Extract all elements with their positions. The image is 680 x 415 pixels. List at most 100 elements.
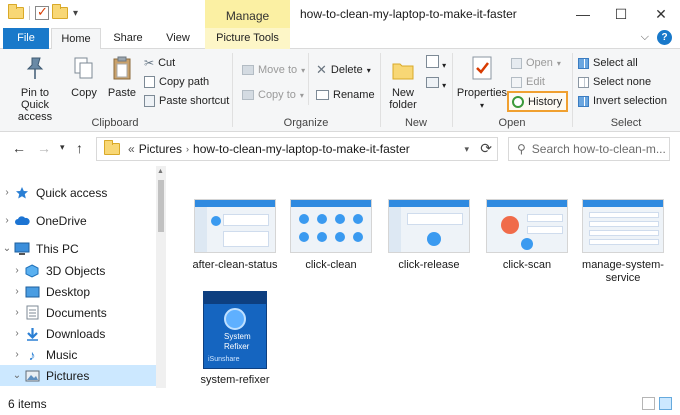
new-folder-label-line2: folder — [389, 99, 417, 111]
clipboard-group-label: Clipboard — [91, 117, 139, 129]
history-label: History — [528, 95, 563, 108]
up-arrow-icon[interactable]: ↑ — [76, 140, 83, 156]
tab-share[interactable]: Share — [106, 28, 150, 49]
file-item[interactable]: after-clean-status — [192, 199, 278, 272]
address-bar[interactable]: « Pictures › how-to-clean-my-laptop-to-m… — [96, 137, 498, 161]
select-none-label: Select none — [593, 76, 652, 88]
close-button[interactable]: ✕ — [646, 0, 676, 28]
search-placeholder: Search how-to-clean-m... — [531, 142, 666, 156]
expand-chevron-icon[interactable]: › — [10, 328, 24, 339]
new-folder-icon[interactable] — [52, 4, 68, 19]
breadcrumb-separator-icon[interactable]: › — [186, 144, 189, 154]
select-all-icon — [578, 57, 589, 69]
nav-item-downloads[interactable]: › Downloads — [0, 323, 156, 344]
nav-item-music[interactable]: › ♪ Music — [0, 344, 156, 365]
file-item[interactable]: manage-system-service — [580, 199, 666, 285]
expand-chevron-icon[interactable]: › — [10, 286, 24, 297]
ribbon-tabs: File Home Share View Picture Tools ⌵ ? — [0, 28, 680, 50]
nav-item-3d-objects[interactable]: › 3D Objects — [0, 260, 156, 281]
manage-context-tab[interactable]: Manage — [205, 0, 290, 28]
collapse-chevron-icon[interactable]: ⌄ — [10, 370, 24, 381]
easy-access-button[interactable]: ▾ — [426, 77, 446, 91]
select-none-button[interactable]: Select none — [578, 73, 651, 91]
move-to-button[interactable]: Move to ▾ — [242, 61, 305, 79]
properties-button[interactable]: Properties ▾ — [456, 55, 508, 112]
file-item[interactable]: click-release — [386, 199, 472, 272]
expand-chevron-icon[interactable]: › — [0, 215, 14, 226]
tab-home[interactable]: Home — [51, 28, 101, 50]
expand-chevron-icon[interactable]: › — [10, 307, 24, 318]
scrollbar-thumb[interactable] — [158, 180, 164, 232]
select-all-button[interactable]: Select all — [578, 54, 638, 72]
image-thumbnail — [290, 199, 372, 253]
paste-button[interactable]: Paste — [104, 55, 140, 99]
paste-shortcut-label: Paste shortcut — [159, 95, 230, 107]
chevron-down-icon: ▾ — [479, 101, 484, 110]
copy-path-button[interactable]: Copy path — [144, 73, 209, 91]
folder-icon[interactable] — [8, 4, 24, 19]
pin-to-quick-access-button[interactable]: Pin to Quick access — [6, 55, 64, 123]
tab-view[interactable]: View — [156, 28, 200, 49]
copy-to-button[interactable]: Copy to ▾ — [242, 86, 304, 104]
scroll-up-icon[interactable]: ▲ — [157, 168, 164, 175]
tab-picture-tools[interactable]: Picture Tools — [205, 28, 290, 49]
properties-label: Properties — [456, 87, 508, 99]
search-icon: ⚲ — [517, 142, 526, 156]
maximize-button[interactable]: ☐ — [606, 0, 636, 28]
help-icon[interactable]: ? — [657, 30, 672, 45]
file-item[interactable]: click-scan — [484, 199, 570, 272]
new-item-button[interactable]: ▾ — [426, 55, 446, 71]
breadcrumb-current-folder[interactable]: how-to-clean-my-laptop-to-make-it-faster — [193, 142, 410, 156]
search-input[interactable]: ⚲ Search how-to-clean-m... — [508, 137, 670, 161]
image-thumbnail — [194, 199, 276, 253]
forward-arrow-icon[interactable]: → — [37, 140, 51, 156]
nav-item-desktop[interactable]: › Desktop — [0, 281, 156, 302]
new-folder-button[interactable]: New folder — [384, 59, 422, 111]
breadcrumb-overflow[interactable]: « — [128, 142, 135, 156]
open-button[interactable]: Open ▾ — [511, 54, 561, 72]
pictures-icon — [24, 368, 40, 384]
file-item[interactable]: click-clean — [288, 199, 374, 272]
tab-file[interactable]: File — [3, 28, 49, 49]
nav-item-quick-access[interactable]: › Quick access — [0, 182, 156, 203]
delete-button[interactable]: ✕ Delete ▾ — [316, 61, 371, 79]
expand-chevron-icon[interactable]: › — [10, 349, 24, 360]
refresh-icon[interactable]: ⟳ — [480, 140, 492, 157]
cut-button[interactable]: ✂ Cut — [144, 54, 175, 72]
select-group-label: Select — [610, 117, 642, 129]
chevron-down-icon[interactable]: ⌵ — [641, 31, 649, 44]
nav-item-this-pc[interactable]: ⌄ This PC — [0, 238, 156, 259]
file-list: after-clean-status click-clean click-rel… — [166, 166, 680, 388]
move-to-label: Move to — [258, 64, 298, 76]
expand-chevron-icon[interactable]: › — [10, 265, 24, 276]
shield-icon — [224, 308, 246, 330]
view-switcher — [642, 397, 672, 410]
customize-toolbar-dropdown-icon[interactable]: ▾ — [73, 8, 78, 19]
nav-item-pictures[interactable]: ⌄ Pictures — [0, 365, 156, 386]
collapse-chevron-icon[interactable]: ⌄ — [0, 243, 14, 254]
invert-selection-button[interactable]: Invert selection — [578, 92, 667, 110]
file-name: manage-system-service — [582, 259, 664, 284]
nav-item-documents[interactable]: › Documents — [0, 302, 156, 323]
paste-shortcut-button[interactable]: Paste shortcut — [144, 92, 229, 110]
copy-button[interactable]: Copy — [66, 55, 102, 99]
minimize-button[interactable]: — — [568, 0, 598, 28]
address-dropdown-icon[interactable]: ▾ — [464, 144, 469, 155]
expand-chevron-icon[interactable]: › — [0, 187, 14, 198]
delete-x-icon: ✕ — [316, 62, 327, 77]
invert-selection-icon — [578, 95, 589, 107]
nav-pane-scrollbar[interactable]: ▲ — [156, 166, 166, 388]
new-folder-label-line1: New — [391, 87, 414, 99]
details-view-icon[interactable] — [642, 397, 655, 410]
history-button[interactable]: History — [507, 91, 569, 112]
properties-check-icon[interactable] — [35, 4, 49, 20]
edit-button[interactable]: Edit — [511, 73, 545, 91]
file-item[interactable]: System Refixer iSunshare system-refixer — [192, 291, 278, 387]
large-icons-view-icon[interactable] — [659, 397, 672, 410]
nav-item-onedrive[interactable]: › OneDrive — [0, 210, 156, 231]
download-icon — [24, 326, 40, 342]
recent-locations-chevron-icon[interactable]: ▾ — [60, 142, 65, 153]
breadcrumb-pictures[interactable]: Pictures — [139, 142, 182, 156]
back-arrow-icon[interactable]: ← — [12, 140, 26, 156]
rename-button[interactable]: Rename — [316, 86, 375, 104]
